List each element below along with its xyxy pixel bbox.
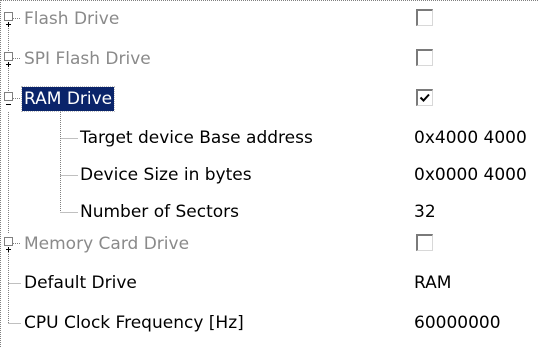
tree-row-default-drive[interactable]: Default Drive RAM — [0, 268, 539, 298]
property-label: Default Drive — [24, 273, 137, 293]
expand-icon[interactable] — [4, 12, 13, 27]
tree-row-memory-card-drive[interactable]: Memory Card Drive — [0, 229, 539, 259]
property-label: CPU Clock Frequency [Hz] — [24, 313, 244, 333]
checkmark-icon — [419, 93, 430, 102]
property-label: Target device Base address — [80, 128, 313, 148]
ram-drive-checkbox[interactable] — [416, 89, 433, 106]
tree-row-spi-flash-drive[interactable]: SPI Flash Drive — [0, 44, 539, 74]
property-value[interactable]: 0x0000 4000 — [414, 160, 527, 190]
plus-icon — [6, 22, 11, 27]
expand-icon[interactable] — [4, 237, 13, 252]
expand-icon[interactable] — [4, 52, 13, 67]
property-value[interactable]: 60000000 — [414, 308, 501, 338]
tree-item-label: Flash Drive — [24, 9, 120, 29]
tree-row-device-size[interactable]: Device Size in bytes 0x0000 4000 — [0, 160, 539, 190]
property-label: Number of Sectors — [80, 202, 239, 222]
tree-row-flash-drive[interactable]: Flash Drive — [0, 4, 539, 34]
plus-icon — [6, 62, 11, 67]
tree-item-label: SPI Flash Drive — [24, 49, 151, 69]
minus-icon — [6, 104, 11, 105]
flash-drive-checkbox[interactable] — [416, 9, 433, 26]
property-value[interactable]: RAM — [414, 268, 451, 298]
plus-icon — [6, 247, 11, 252]
property-value[interactable]: 0x4000 4000 — [414, 123, 527, 153]
tree-row-target-base-address[interactable]: Target device Base address 0x4000 4000 — [0, 123, 539, 153]
tree-item-label: Memory Card Drive — [24, 234, 190, 254]
tree-row-number-of-sectors[interactable]: Number of Sectors 32 — [0, 197, 539, 227]
memory-card-drive-checkbox[interactable] — [416, 234, 433, 251]
tree-item-label-selected: RAM Drive — [20, 86, 116, 112]
property-label: Device Size in bytes — [80, 165, 252, 185]
collapse-icon[interactable] — [4, 92, 13, 105]
tree-row-cpu-clock-frequency[interactable]: CPU Clock Frequency [Hz] 60000000 — [0, 308, 539, 338]
property-tree: Flash Drive SPI Flash Drive RAM Drive Ta… — [0, 0, 539, 348]
tree-row-ram-drive[interactable]: RAM Drive — [0, 84, 539, 114]
spi-flash-drive-checkbox[interactable] — [416, 49, 433, 66]
property-value[interactable]: 32 — [414, 197, 436, 227]
